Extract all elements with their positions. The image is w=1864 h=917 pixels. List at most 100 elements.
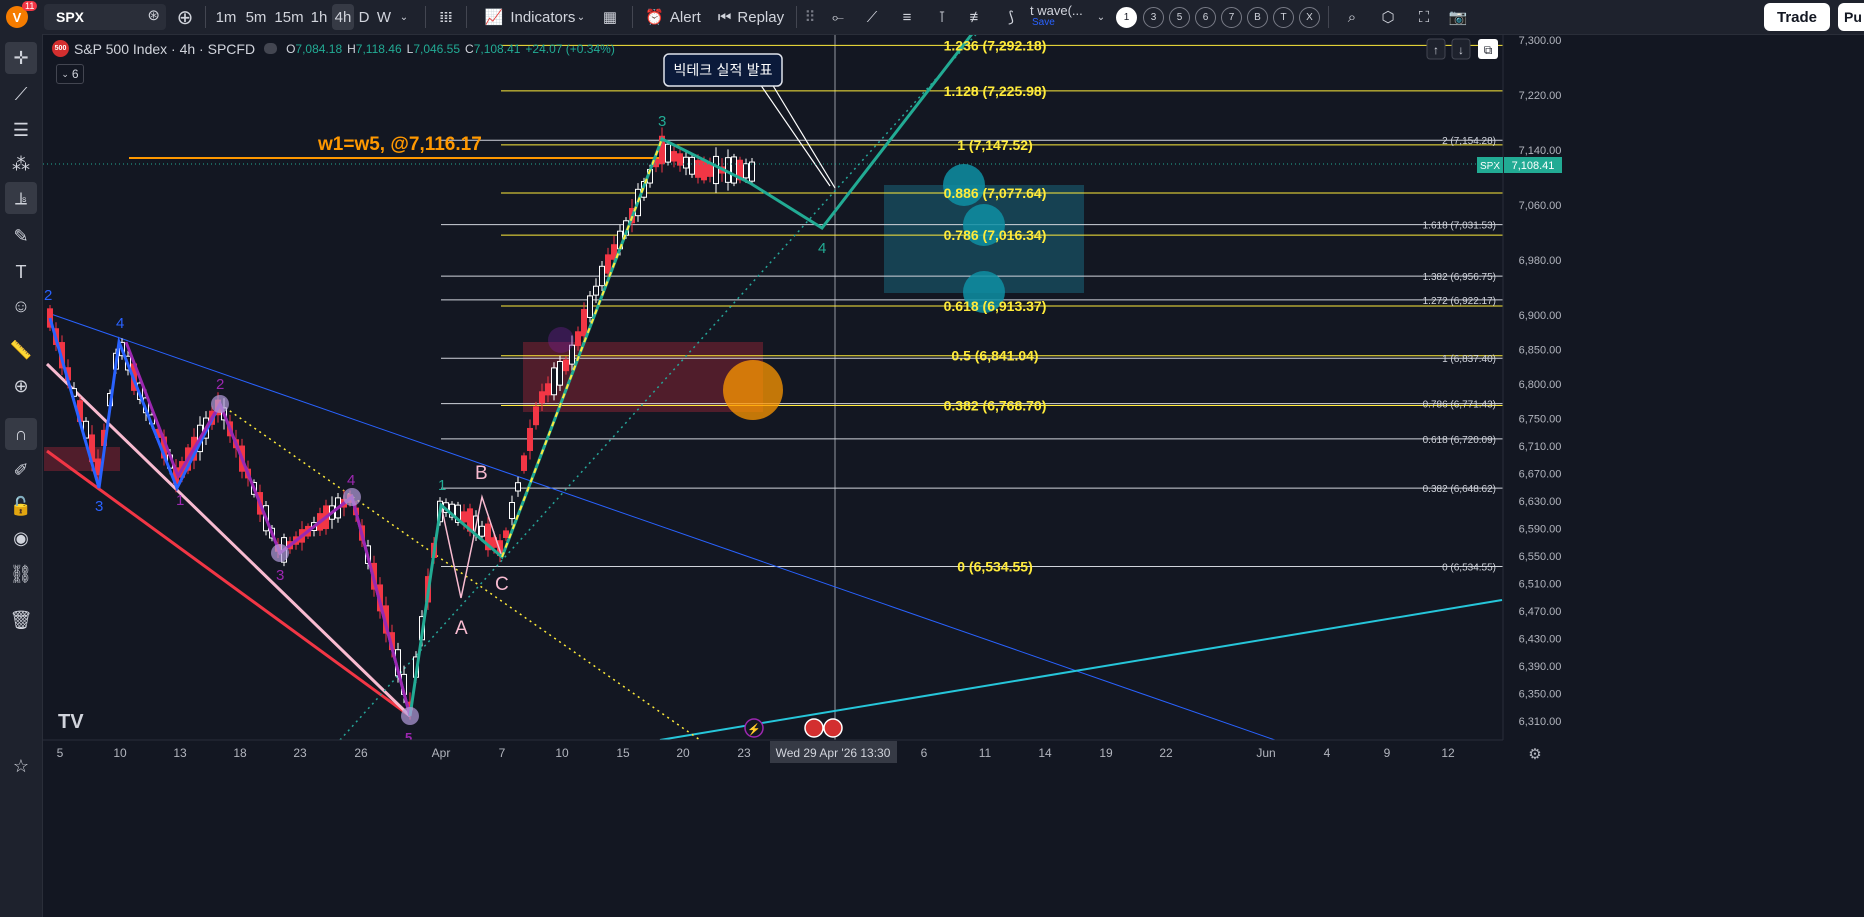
- trendline-icon[interactable]: ⟋: [858, 4, 886, 30]
- candle-body: [605, 254, 611, 274]
- fib-label-yellow: 0.618 (6,913.37): [944, 298, 1047, 314]
- wave-node: [401, 707, 419, 725]
- settings-gear-icon[interactable]: ⬡: [1374, 4, 1402, 30]
- lock-icon[interactable]: 🔓: [5, 490, 37, 522]
- us-flag-event-icon[interactable]: [804, 718, 824, 738]
- symbol-search[interactable]: SPX ⊛: [44, 4, 166, 30]
- fib-retracement-icon[interactable]: ≡: [892, 4, 922, 30]
- interval-5m[interactable]: 5m: [242, 4, 270, 30]
- quick-search-icon[interactable]: ⌕: [1338, 4, 1366, 30]
- time-tick: 10: [113, 746, 127, 760]
- ruler-icon[interactable]: 📏: [5, 334, 37, 366]
- candle-type-icon[interactable]: 𝍖: [434, 4, 458, 30]
- drag-handle-icon[interactable]: ⠿: [802, 4, 818, 30]
- indicators-dropdown-icon[interactable]: ⌄: [574, 4, 588, 30]
- wave-number-6[interactable]: 6: [1195, 7, 1216, 28]
- template-name[interactable]: t wave(...: [1030, 3, 1092, 18]
- legend-toggle-icon[interactable]: [264, 43, 278, 54]
- time-tick: 19: [1099, 746, 1113, 760]
- price-tick: 6,510.00: [1519, 578, 1562, 590]
- fullscreen-icon[interactable]: ⛶: [1410, 4, 1438, 30]
- compare-add-button[interactable]: ⊕: [172, 4, 198, 30]
- wave-letter-t[interactable]: T: [1273, 7, 1294, 28]
- wave-label: 1: [176, 492, 184, 509]
- template-save[interactable]: Save: [1032, 17, 1055, 28]
- trash-icon[interactable]: 🗑: [5, 604, 37, 636]
- stay-drawing-icon[interactable]: ✐: [5, 454, 37, 486]
- pattern-tool-icon[interactable]: ⁂: [5, 148, 37, 180]
- horizontal-ray-icon[interactable]: ⟜: [824, 4, 852, 30]
- fib-label-white: 1.382 (6,956.75): [1423, 272, 1496, 283]
- interval-1m[interactable]: 1m: [212, 4, 240, 30]
- interval-15m[interactable]: 15m: [272, 4, 306, 30]
- candle-body: [731, 156, 737, 184]
- candle-body: [695, 160, 701, 178]
- fib-label-white: 2 (7,154.28): [1442, 136, 1496, 147]
- fib-tool-icon[interactable]: ☰: [5, 114, 37, 146]
- projection-tool-icon[interactable]: ⫡: [5, 182, 37, 214]
- trendline-tool-icon[interactable]: ⟋: [5, 78, 37, 110]
- interval-1h[interactable]: 1h: [308, 4, 330, 30]
- vertical-line-icon[interactable]: ⊺: [928, 4, 956, 30]
- time-tick: 15: [616, 746, 630, 760]
- eye-icon[interactable]: ◉: [5, 522, 37, 554]
- indicators-button[interactable]: 📈 Indicators: [476, 4, 584, 30]
- price-tick: 6,750.00: [1519, 413, 1562, 425]
- template-dropdown-icon[interactable]: ⌄: [1094, 4, 1108, 30]
- screenshot-camera-icon[interactable]: 📷: [1444, 4, 1472, 30]
- trade-button[interactable]: Trade: [1764, 3, 1830, 31]
- candle-body: [587, 295, 593, 318]
- replay-button[interactable]: ⏮ Replay: [716, 4, 786, 30]
- candle-body: [527, 427, 533, 451]
- price-tick: 7,140.00: [1519, 145, 1562, 157]
- zoom-in-icon[interactable]: ⊕: [5, 370, 37, 402]
- legend-title[interactable]: S&P 500 Index · 4h · SPCFD: [74, 41, 255, 57]
- us-flag-event-icon[interactable]: [823, 718, 843, 738]
- svg-text:⚡: ⚡: [747, 723, 761, 736]
- time-tick: 12: [1441, 746, 1455, 760]
- time-tick: 20: [676, 746, 690, 760]
- time-tick: 4: [1324, 746, 1331, 760]
- time-tick: 14: [1038, 746, 1052, 760]
- magnet-icon[interactable]: ∩: [5, 418, 37, 450]
- tradingview-logo-icon[interactable]: TV: [58, 711, 84, 733]
- svg-text:↓: ↓: [1458, 43, 1464, 57]
- crosshair-icon[interactable]: ✛: [5, 42, 37, 74]
- fib-extension-icon[interactable]: ≢: [962, 4, 992, 30]
- candle-body: [713, 155, 719, 185]
- wave-number-7[interactable]: 7: [1221, 7, 1242, 28]
- link-icon[interactable]: ⛓: [5, 558, 37, 590]
- wave-number-5[interactable]: 5: [1169, 7, 1190, 28]
- interval-4h[interactable]: 4h: [332, 4, 354, 30]
- time-tick: 18: [233, 746, 247, 760]
- price-tick: 6,470.00: [1519, 606, 1562, 618]
- interval-dropdown-icon[interactable]: ⌄: [396, 4, 412, 30]
- axis-settings-gear-icon[interactable]: ⚙: [1528, 746, 1541, 763]
- candle-body: [503, 530, 509, 539]
- wave-number-3[interactable]: 3: [1143, 7, 1164, 28]
- wave-number-1[interactable]: 1: [1116, 7, 1137, 28]
- elliott-wave-icon[interactable]: ⟆: [996, 4, 1026, 30]
- crosshair-time-text: Wed 29 Apr '26 13:30: [776, 746, 891, 760]
- alert-button[interactable]: ⏰ Alert: [642, 4, 704, 30]
- wave-letter-x[interactable]: X: [1299, 7, 1320, 28]
- candle-body: [575, 331, 581, 347]
- interval-d[interactable]: D: [356, 4, 372, 30]
- price-chart[interactable]: 2 4 3 2 4 1 3 1 3 4 B A C 5 w1=w5, @7,11…: [43, 35, 1864, 917]
- favorites-star-icon[interactable]: ☆: [5, 750, 37, 782]
- price-tick: 6,350.00: [1519, 688, 1562, 700]
- alarm-icon: ⏰: [645, 9, 664, 26]
- fib-label-yellow: 1 (7,147.52): [957, 137, 1033, 153]
- fib-label-yellow: 0.786 (7,016.34): [944, 227, 1047, 243]
- interval-w[interactable]: W: [374, 4, 394, 30]
- indicators-collapse-button[interactable]: ⌄ 6: [56, 64, 84, 84]
- publish-button[interactable]: Pu: [1838, 3, 1864, 31]
- wave-letter-b[interactable]: B: [1247, 7, 1268, 28]
- layout-grid-icon[interactable]: ▦: [598, 4, 622, 30]
- emoji-tool-icon[interactable]: ☺: [5, 290, 37, 322]
- candle-body: [743, 163, 749, 179]
- fib-label-white: 0.618 (6,720.09): [1423, 435, 1496, 446]
- brush-tool-icon[interactable]: ✎: [5, 220, 37, 252]
- text-tool-icon[interactable]: T: [5, 256, 37, 288]
- target-note: w1=w5, @7,116.17: [317, 134, 482, 155]
